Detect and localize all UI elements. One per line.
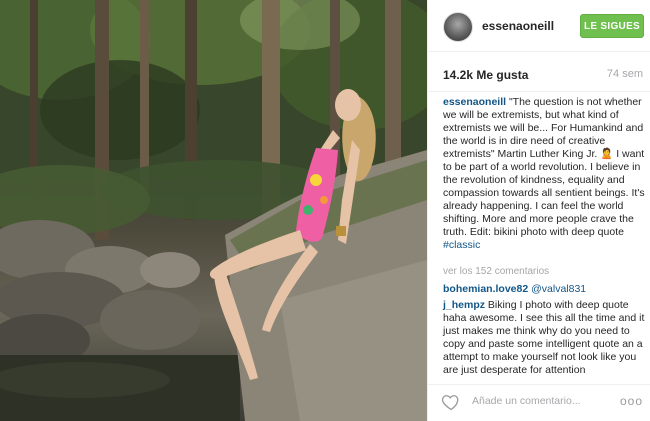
comment-username[interactable]: bohemian.love82 xyxy=(443,283,528,295)
more-options-icon[interactable]: ooo xyxy=(620,394,643,408)
caption-text: "The question is not whether we will be … xyxy=(443,96,645,238)
view-all-comments-link[interactable]: ver los 152 comentarios xyxy=(443,266,549,277)
comment-item: bohemian.love82 @valval831 xyxy=(443,283,645,296)
post-header: essenaoneill LE SIGUES xyxy=(428,0,650,52)
post-time[interactable]: 74 sem xyxy=(607,68,643,80)
comment-username[interactable]: j_hempz xyxy=(443,299,485,311)
add-comment-input[interactable]: Añade un comentario... xyxy=(472,395,581,407)
likes-count[interactable]: 14.2k Me gusta xyxy=(443,68,528,82)
post-stats: 14.2k Me gusta 74 sem xyxy=(428,52,650,92)
header-username[interactable]: essenaoneill xyxy=(482,19,554,33)
follow-button[interactable]: LE SIGUES xyxy=(580,14,644,38)
comment-mention[interactable]: @valval831 xyxy=(531,283,586,295)
post-caption: essenaoneill "The question is not whethe… xyxy=(443,96,645,252)
caption-username[interactable]: essenaoneill xyxy=(443,96,506,108)
comment-item: j_hempz Biking I photo with deep quote h… xyxy=(443,299,645,377)
forest-scene-image xyxy=(0,0,427,421)
heart-icon[interactable] xyxy=(441,392,461,412)
post-footer: Añade un comentario... ooo xyxy=(428,384,650,421)
post-photo[interactable] xyxy=(0,0,427,421)
caption-hashtag[interactable]: #classic xyxy=(443,239,480,251)
post-sidebar: essenaoneill LE SIGUES 14.2k Me gusta 74… xyxy=(427,0,650,421)
avatar[interactable] xyxy=(443,12,473,42)
